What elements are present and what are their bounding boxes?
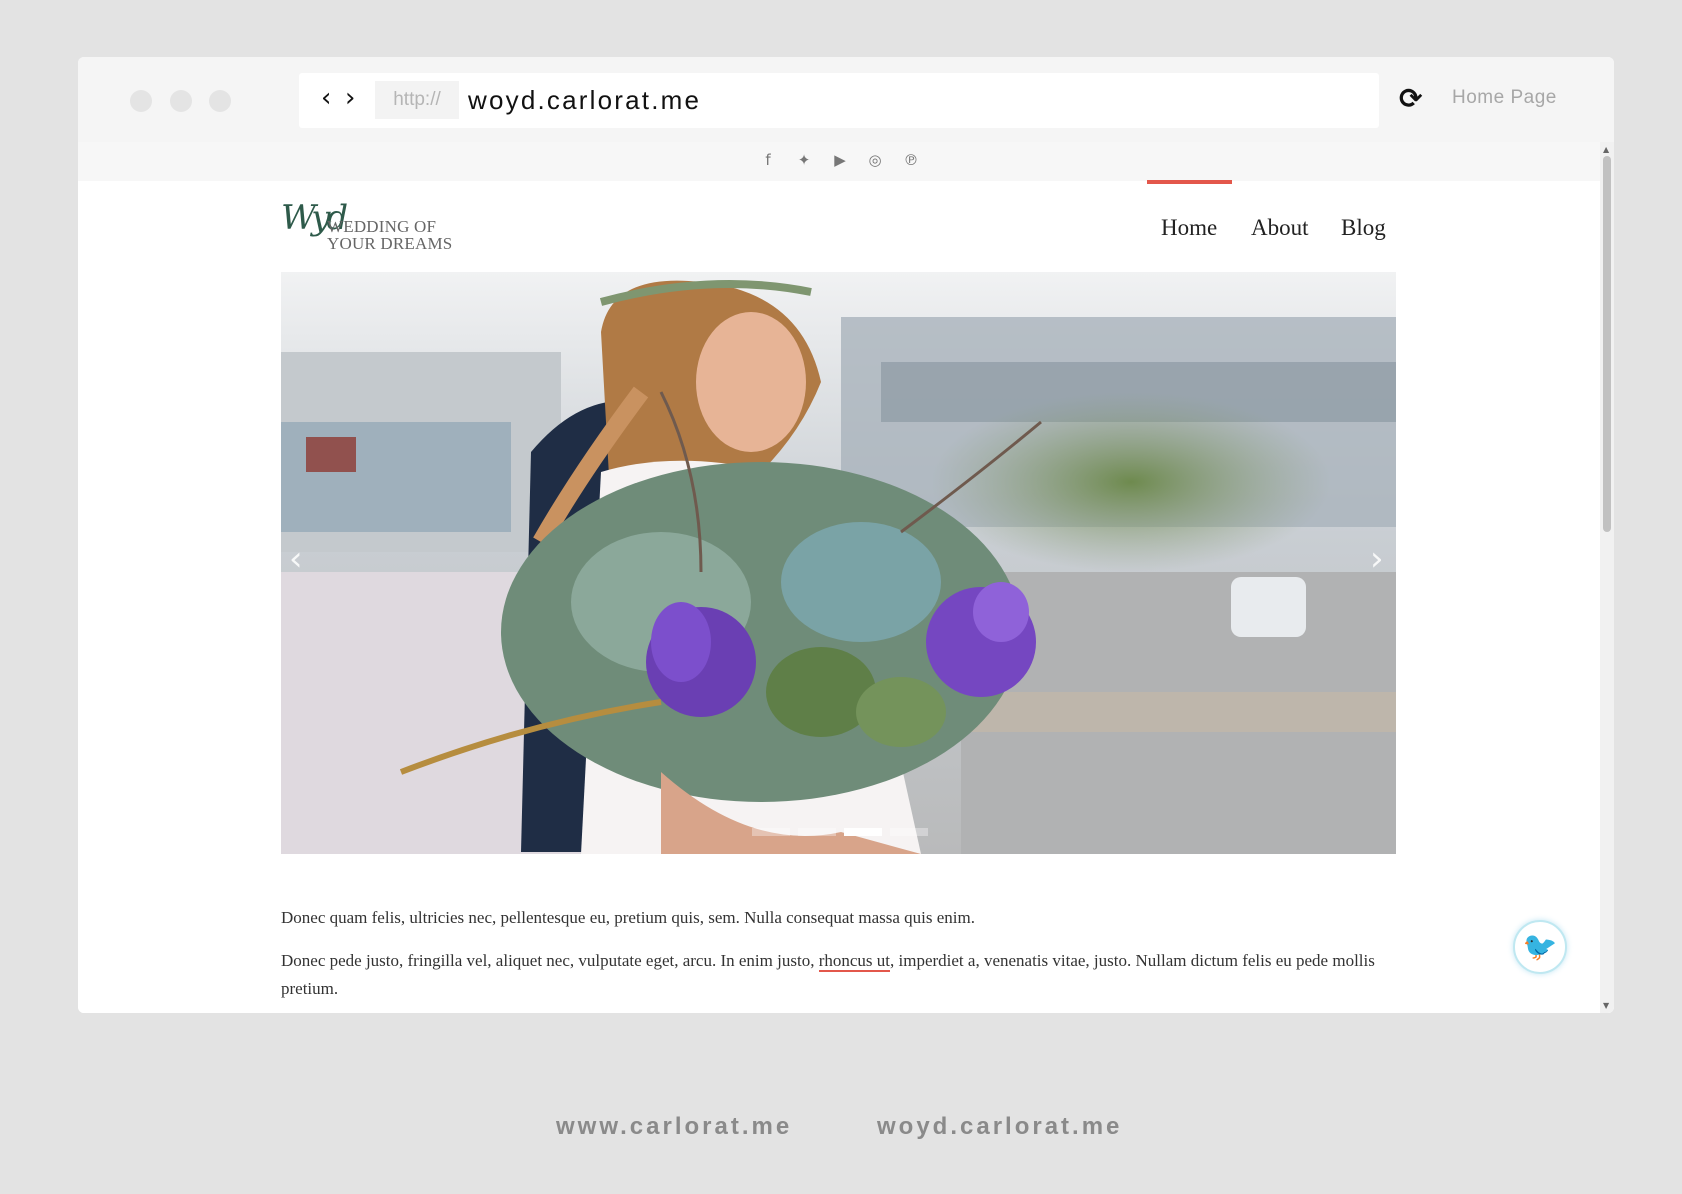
reload-icon[interactable]: ⟳ bbox=[1399, 85, 1422, 113]
scroll-down-icon[interactable]: ▼ bbox=[1603, 1001, 1609, 1010]
paragraph-2-text-a: Donec pede justo, fringilla vel, aliquet… bbox=[281, 951, 819, 970]
browser-toolbar: ‹ › http:// woyd.carlorat.me ⟳ Home Page bbox=[78, 57, 1614, 142]
social-bar: f ✦ ▶ ◎ ℗ bbox=[78, 142, 1600, 181]
hero-image bbox=[281, 272, 1396, 854]
slider-dot-1[interactable] bbox=[752, 828, 790, 836]
slider-dot-3[interactable] bbox=[844, 828, 882, 836]
youtube-icon[interactable]: ▶ bbox=[830, 151, 850, 169]
twitter-icon[interactable]: ✦ bbox=[794, 151, 814, 169]
facebook-icon[interactable]: f bbox=[758, 151, 778, 169]
browser-window: ‹ › http:// woyd.carlorat.me ⟳ Home Page… bbox=[78, 57, 1614, 1013]
slider-dot-2[interactable] bbox=[798, 828, 836, 836]
url-protocol: http:// bbox=[375, 81, 459, 119]
pinterest-icon[interactable]: ℗ bbox=[901, 151, 921, 169]
slider-dot-4[interactable] bbox=[890, 828, 928, 836]
bird-icon[interactable]: 🐦 bbox=[1513, 920, 1567, 974]
hero-slider[interactable]: ‹ › bbox=[281, 272, 1396, 854]
url-text[interactable]: woyd.carlorat.me bbox=[468, 83, 701, 117]
paragraph-1: Donec quam felis, ultricies nec, pellent… bbox=[281, 908, 975, 927]
nav-blog[interactable]: Blog bbox=[1341, 215, 1386, 241]
slider-prev-icon[interactable]: ‹ bbox=[289, 542, 303, 576]
instagram-icon[interactable]: ◎ bbox=[865, 151, 885, 169]
rhoncus-link[interactable]: rhoncus ut bbox=[818, 951, 890, 972]
forward-icon[interactable]: › bbox=[345, 85, 355, 111]
active-nav-indicator bbox=[1147, 180, 1232, 184]
window-minimize-dot[interactable] bbox=[170, 90, 192, 112]
window-close-dot[interactable] bbox=[130, 90, 152, 112]
paragraph-2: Donec pede justo, fringilla vel, aliquet… bbox=[281, 947, 1396, 1003]
window-maximize-dot[interactable] bbox=[209, 90, 231, 112]
scroll-thumb[interactable] bbox=[1603, 156, 1611, 532]
slider-next-icon[interactable]: › bbox=[1370, 542, 1384, 576]
home-page-label[interactable]: Home Page bbox=[1452, 87, 1557, 109]
back-icon[interactable]: ‹ bbox=[321, 85, 331, 111]
logo-line-2: YOUR DREAMS bbox=[327, 234, 453, 253]
nav-home[interactable]: Home bbox=[1161, 215, 1217, 241]
page-viewport: f ✦ ▶ ◎ ℗ Wyd WEDDING OF YOUR DREAMS Hom… bbox=[78, 142, 1614, 1013]
scrollbar[interactable]: ▲ ▼ bbox=[1600, 142, 1614, 1013]
address-bar[interactable]: ‹ › http:// woyd.carlorat.me bbox=[299, 73, 1379, 128]
footer-link-www[interactable]: www.carlorat.me bbox=[556, 1113, 792, 1141]
nav-about[interactable]: About bbox=[1251, 215, 1309, 241]
footer-link-woyd[interactable]: woyd.carlorat.me bbox=[877, 1113, 1122, 1141]
scroll-up-icon[interactable]: ▲ bbox=[1603, 145, 1609, 154]
site-logo[interactable]: Wyd WEDDING OF YOUR DREAMS bbox=[281, 198, 453, 256]
